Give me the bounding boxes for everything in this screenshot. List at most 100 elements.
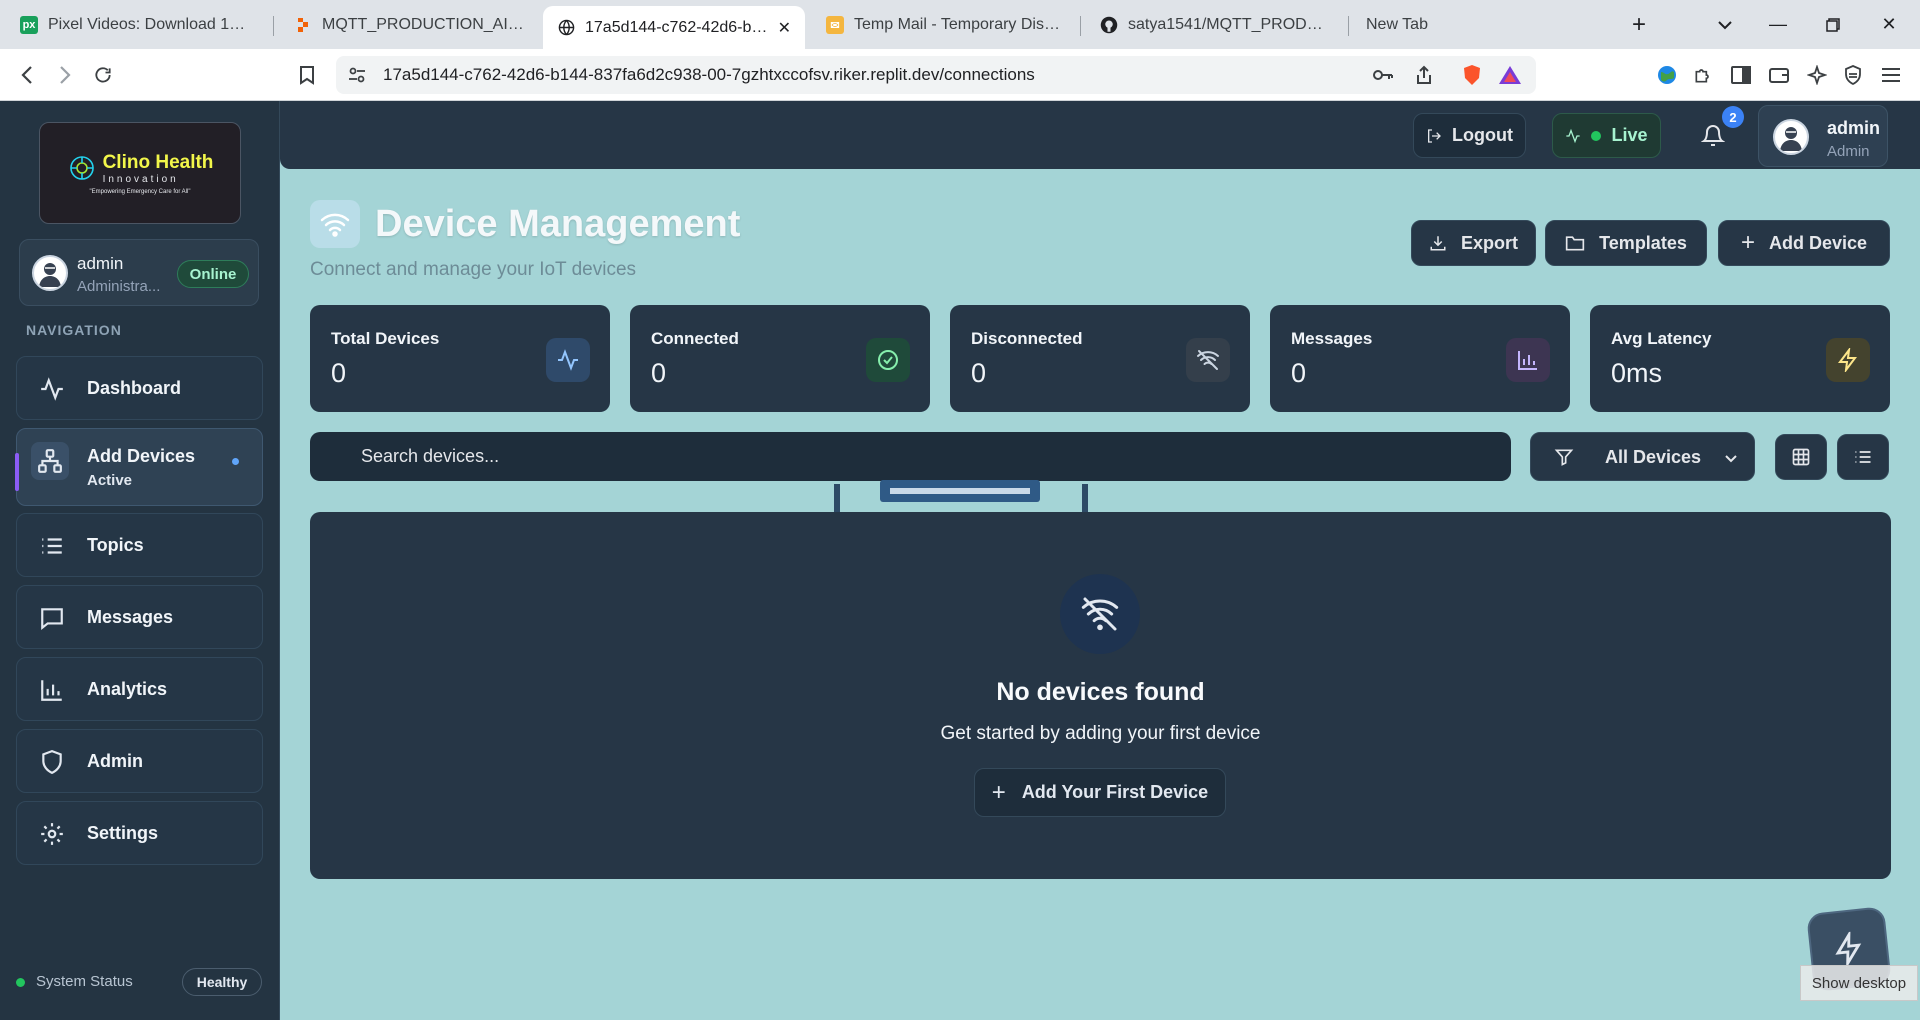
page-subtitle: Connect and manage your IoT devices	[310, 259, 637, 280]
tab-github[interactable]: satya1541/MQTT_PRODUCTION	[1086, 8, 1348, 42]
mail-icon: ✉	[826, 16, 844, 34]
grid-view-button[interactable]	[1775, 434, 1827, 480]
check-circle-icon	[866, 338, 910, 382]
tab-new-tab[interactable]: New Tab	[1352, 8, 1552, 42]
zap-icon	[1835, 930, 1862, 968]
brave-shield-icon[interactable]	[1462, 64, 1482, 91]
tab-list-chevron-icon[interactable]	[1702, 0, 1748, 49]
grid-icon	[1792, 448, 1810, 466]
network-icon	[31, 442, 69, 480]
health-badge: Healthy	[182, 968, 262, 996]
bookmark-icon[interactable]	[292, 61, 322, 89]
nav-heading: NAVIGATION	[26, 322, 122, 338]
avatar	[32, 255, 68, 291]
download-icon	[1430, 236, 1446, 251]
sidebar-toggle-icon[interactable]	[1728, 62, 1754, 88]
url-field[interactable]: 17a5d144-c762-42d6-b144-837fa6d2c938-00-…	[336, 56, 1536, 94]
gear-icon	[37, 819, 67, 849]
tab-current-app[interactable]: 17a5d144-c762-42d6-b144 ✕	[543, 6, 805, 49]
notifications-button[interactable]: 2	[1688, 106, 1744, 158]
devices-panel: No devices found Get started by adding y…	[310, 512, 1891, 879]
sidebar-item-analytics[interactable]: Analytics	[16, 657, 263, 721]
wallet-icon[interactable]	[1766, 62, 1792, 88]
logout-button[interactable]: Logout	[1413, 113, 1526, 158]
address-bar: 17a5d144-c762-42d6-b144-837fa6d2c938-00-…	[0, 49, 1920, 101]
empty-state-title: No devices found	[996, 678, 1205, 706]
leo-ai-icon[interactable]	[1804, 62, 1830, 88]
new-tab-icon[interactable]: +	[1616, 0, 1662, 49]
live-dot	[1591, 130, 1602, 141]
logo-brain-icon	[69, 156, 94, 180]
message-icon	[37, 603, 67, 633]
export-button[interactable]: Export	[1411, 220, 1536, 266]
shield-icon	[37, 747, 67, 777]
tab-replit[interactable]: MQTT_PRODUCTION_AI - Repli	[280, 8, 542, 42]
sidebar-item-dashboard[interactable]: Dashboard	[16, 356, 263, 420]
github-icon	[1100, 16, 1118, 34]
empty-state-subtitle: Get started by adding your first device	[940, 723, 1261, 744]
close-window-icon[interactable]: ✕	[1866, 0, 1912, 49]
sidebar-item-add-devices[interactable]: Add Devices Active	[15, 428, 263, 506]
add-device-button[interactable]: + Add Device	[1718, 220, 1890, 266]
status-dot	[16, 978, 25, 987]
list-icon	[1855, 451, 1871, 463]
minimize-icon[interactable]: —	[1755, 0, 1801, 49]
plus-icon: +	[1740, 229, 1755, 256]
show-desktop-tooltip: Show desktop	[1800, 965, 1918, 1001]
activity-icon	[546, 338, 590, 382]
active-indicator	[15, 453, 19, 491]
list-view-button[interactable]	[1837, 434, 1889, 480]
bar-chart-icon	[1506, 338, 1550, 382]
sidebar-item-topics[interactable]: Topics	[16, 513, 263, 577]
reload-icon[interactable]	[88, 61, 118, 89]
tab-temp-mail[interactable]: ✉ Temp Mail - Temporary Dispos	[812, 8, 1074, 42]
stat-card-total-devices: Total Devices 0	[310, 305, 610, 412]
brave-rewards-icon[interactable]	[1498, 65, 1522, 90]
logout-icon	[1428, 128, 1441, 143]
vpn-shield-icon[interactable]	[1840, 62, 1866, 88]
user-card[interactable]: admin Administra... Online	[19, 239, 259, 306]
replit-icon	[294, 16, 312, 34]
zap-icon	[1826, 338, 1870, 382]
search-input[interactable]: Search devices...	[310, 432, 1511, 481]
device-filter-select[interactable]: All Devices	[1530, 432, 1755, 481]
add-first-device-button[interactable]: + Add Your First Device	[974, 768, 1226, 817]
system-status: System Status Healthy	[14, 967, 264, 997]
stat-card-messages: Messages 0	[1270, 305, 1570, 412]
company-logo[interactable]: Clino Health Innovation "Empowering Emer…	[39, 122, 241, 224]
restore-icon[interactable]	[1810, 0, 1856, 49]
list-icon	[37, 531, 67, 561]
bar-chart-icon	[37, 675, 67, 705]
sidebar: Clino Health Innovation "Empowering Emer…	[0, 101, 280, 1020]
user-menu[interactable]: admin Admin	[1758, 105, 1888, 167]
site-info-icon[interactable]	[348, 66, 366, 89]
live-button[interactable]: Live	[1552, 113, 1661, 158]
wifi-off-icon	[1060, 574, 1140, 654]
templates-button[interactable]: Templates	[1545, 220, 1707, 266]
back-icon[interactable]	[12, 61, 42, 89]
sidebar-item-messages[interactable]: Messages	[16, 585, 263, 649]
stat-card-avg-latency: Avg Latency 0ms	[1590, 305, 1890, 412]
page-title: Device Management	[375, 203, 741, 245]
sidebar-item-settings[interactable]: Settings	[16, 801, 263, 865]
activity-icon	[1566, 128, 1581, 143]
tab-pixel-videos[interactable]: px Pixel Videos: Download 142+ Fr	[6, 8, 268, 42]
sidebar-item-admin[interactable]: Admin	[16, 729, 263, 793]
forward-icon[interactable]	[50, 61, 80, 89]
activity-icon	[37, 374, 67, 404]
key-icon[interactable]	[1372, 66, 1394, 89]
drag-ghost	[834, 480, 1088, 516]
share-icon[interactable]	[1414, 65, 1434, 90]
browser-menu-icon[interactable]	[1878, 62, 1904, 88]
pexels-icon: px	[20, 16, 38, 34]
notification-count: 2	[1722, 106, 1744, 128]
wifi-off-icon	[1186, 338, 1230, 382]
status-badge: Online	[177, 260, 249, 288]
stat-card-connected: Connected 0	[630, 305, 930, 412]
close-tab-icon[interactable]: ✕	[778, 18, 791, 38]
plus-icon: +	[991, 778, 1006, 806]
avatar	[1773, 119, 1809, 155]
extension-globe-icon[interactable]	[1654, 62, 1680, 88]
top-header: Logout Live 2 admin Admin	[280, 101, 1920, 169]
extensions-puzzle-icon[interactable]	[1690, 62, 1716, 88]
